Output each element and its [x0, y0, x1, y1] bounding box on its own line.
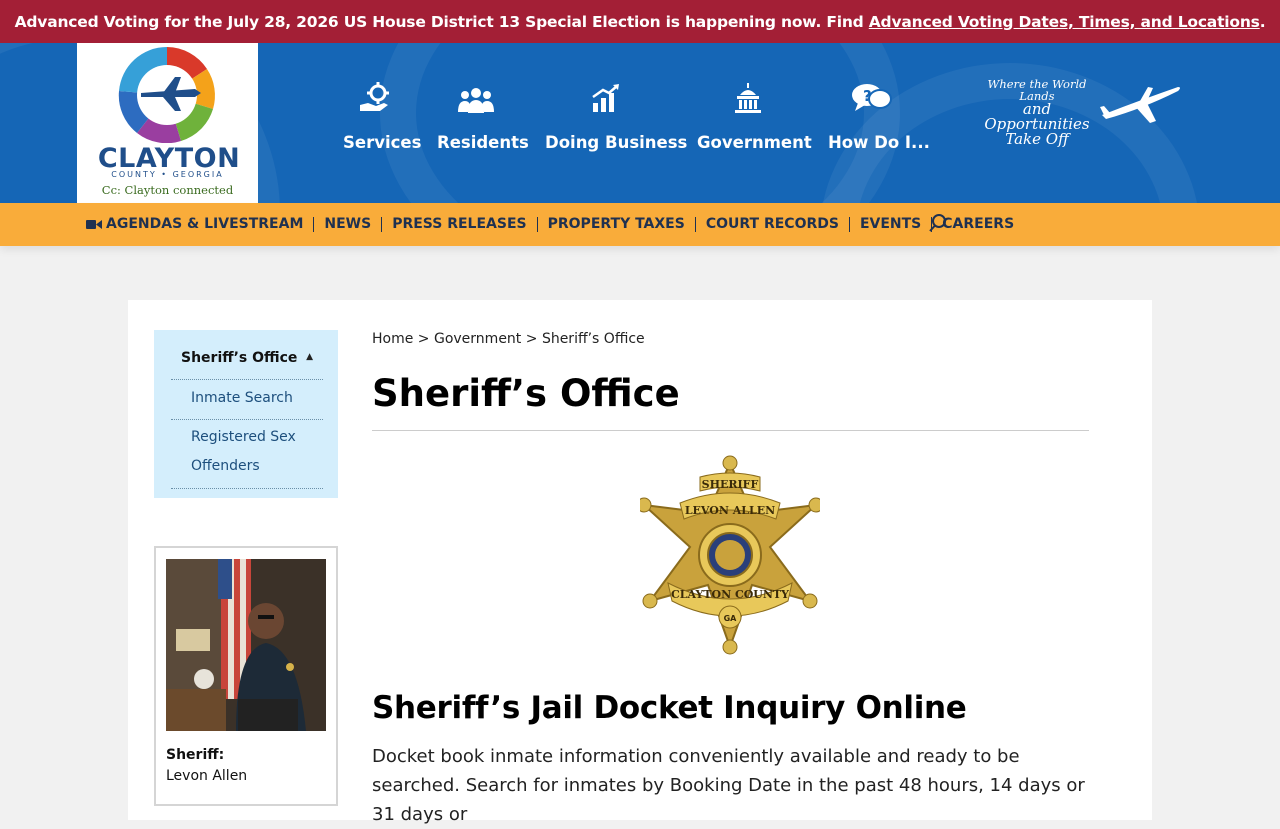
subnav-court-records[interactable]: COURT RECORDS	[694, 217, 849, 232]
section-side-menu: Sheriff’s Office ▲ Inmate Search Registe…	[154, 330, 338, 498]
secondary-nav: AGENDAS & LIVESTREAM NEWS PRESS RELEASES…	[0, 203, 1280, 440]
logo-subtitle: COUNTY • GEORGIA	[111, 170, 224, 179]
election-alert-banner: Advanced Voting for the July 28, 2026 US…	[0, 0, 1280, 43]
nav-government-label: Government	[697, 133, 812, 152]
svg-text:?: ?	[863, 87, 872, 105]
question-bubble-icon: ?	[828, 79, 914, 113]
nav-services[interactable]: Services	[343, 79, 422, 152]
subnav-news[interactable]: NEWS	[313, 217, 381, 232]
breadcrumb-separator: >	[521, 331, 542, 347]
subnav-agendas-livestream[interactable]: AGENDAS & LIVESTREAM	[86, 217, 313, 232]
nav-government[interactable]: Government	[697, 79, 812, 152]
sheriff-profile-card: Sheriff: Levon Allen	[154, 546, 338, 806]
side-menu-heading[interactable]: Sheriff’s Office ▲	[171, 348, 323, 380]
video-camera-icon	[86, 220, 102, 229]
gear-hand-icon	[343, 79, 407, 113]
side-menu-heading-label: Sheriff’s Office	[181, 350, 298, 366]
subnav-property-taxes[interactable]: PROPERTY TAXES	[536, 217, 695, 232]
breadcrumb: Home > Government > Sheriff’s Office	[372, 331, 645, 347]
nav-doing-business[interactable]: Doing Business	[545, 79, 688, 152]
sheriff-badge-image: SHERIFF LEVON ALLEN CLAYTON COUNTY GA	[636, 455, 824, 664]
slogan-line-2: and Opportunities	[984, 100, 1090, 133]
advanced-voting-link[interactable]: Advanced Voting Dates, Times, and Locati…	[869, 13, 1260, 31]
site-header: CLAYTON COUNTY • GEORGIA Cc: Clayton con…	[0, 43, 1280, 203]
breadcrumb-government[interactable]: Government	[434, 331, 521, 347]
badge-top-text: SHERIFF	[702, 478, 759, 491]
airport-slogan: Where the World Lands and Opportunities …	[972, 77, 1102, 148]
subnav-events[interactable]: EVENTS	[848, 217, 931, 232]
section-paragraph: Docket book inmate information convenien…	[372, 746, 1085, 825]
chart-up-icon	[545, 79, 667, 113]
side-menu-inmate-search[interactable]: Inmate Search	[171, 383, 323, 420]
nav-how-do-i[interactable]: ? How Do I...	[828, 79, 930, 152]
nav-residents-label: Residents	[437, 133, 529, 152]
people-icon	[437, 79, 515, 113]
breadcrumb-home[interactable]: Home	[372, 331, 413, 347]
side-menu-registered-sex-offenders[interactable]: Registered Sex Offenders	[171, 423, 323, 489]
profile-role: Sheriff:	[166, 747, 225, 763]
breadcrumb-separator: >	[413, 331, 434, 347]
alert-text: Advanced Voting for the July 28, 2026 US…	[14, 12, 864, 31]
side-menu-item-line-2: Offenders	[191, 458, 260, 474]
search-icon[interactable]	[928, 213, 948, 237]
badge-county-text: CLAYTON COUNTY	[671, 588, 789, 601]
collapse-triangle-icon[interactable]: ▲	[306, 352, 313, 362]
breadcrumb-current: Sheriff’s Office	[541, 331, 645, 347]
nav-how-do-i-label: How Do I...	[828, 133, 930, 152]
side-menu-item-line-1: Registered Sex	[191, 429, 296, 445]
nav-services-label: Services	[343, 133, 422, 152]
slogan-line-1: Where the World Lands	[987, 77, 1087, 103]
nav-doing-business-label: Doing Business	[545, 133, 688, 152]
subnav-press-releases[interactable]: PRESS RELEASES	[381, 217, 536, 232]
badge-name-text: LEVON ALLEN	[685, 504, 775, 517]
nav-residents[interactable]: Residents	[437, 79, 529, 152]
sheriff-photo	[166, 559, 326, 731]
clayton-county-logo[interactable]: CLAYTON COUNTY • GEORGIA Cc: Clayton con…	[77, 43, 258, 203]
title-divider	[372, 430, 1089, 431]
alert-end: .	[1259, 12, 1266, 31]
profile-name: Levon Allen	[166, 768, 248, 784]
capitol-icon	[697, 79, 798, 113]
section-heading: Sheriff’s Jail Docket Inquiry Online	[372, 690, 967, 726]
page-title: Sheriff’s Office	[372, 372, 680, 415]
slogan-line-3: Take Off	[1005, 130, 1069, 148]
badge-state-text: GA	[724, 614, 738, 623]
airplane-icon	[1098, 79, 1182, 133]
subnav-agendas-label: AGENDAS & LIVESTREAM	[106, 216, 304, 232]
logo-tagline: Cc: Clayton connected	[101, 183, 234, 197]
